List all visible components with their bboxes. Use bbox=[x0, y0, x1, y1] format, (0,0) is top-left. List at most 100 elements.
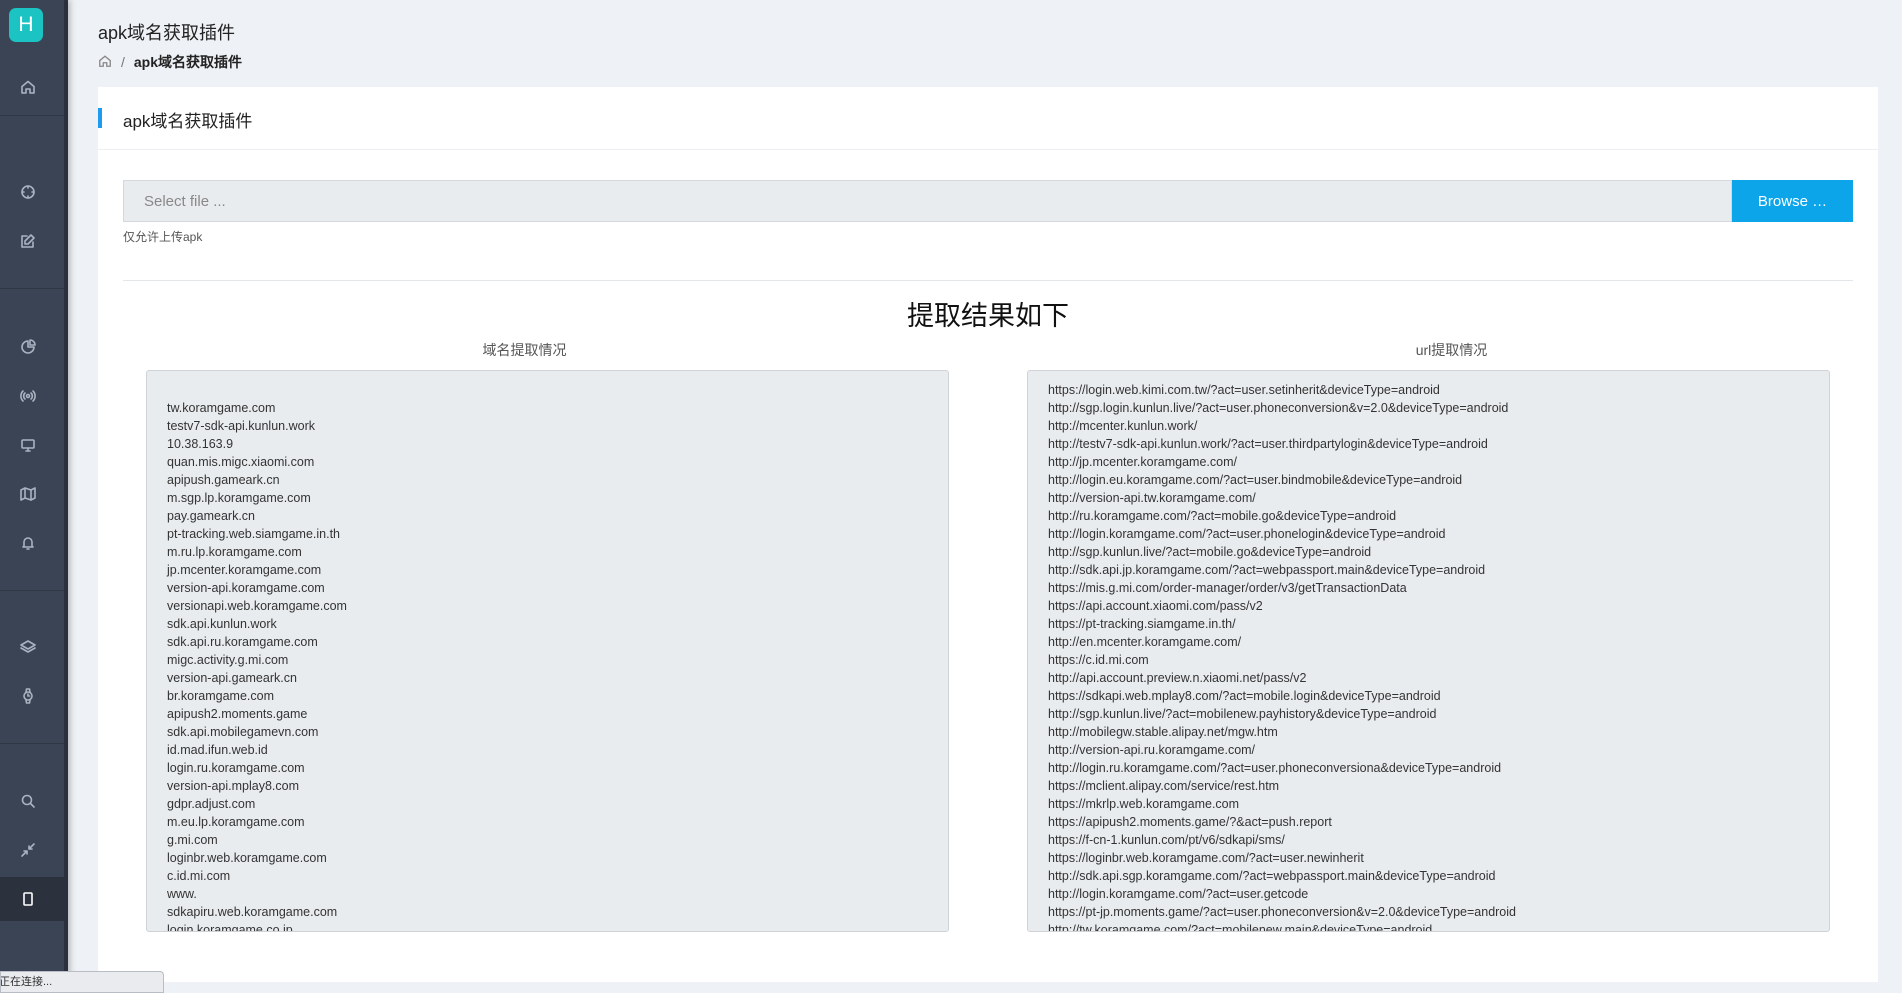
url-item: http://api.account.preview.n.xiaomi.net/… bbox=[1048, 671, 1307, 685]
domain-item: version-api.gameark.cn bbox=[167, 671, 297, 685]
card-header-accent bbox=[98, 108, 102, 128]
layers-icon[interactable] bbox=[13, 632, 43, 662]
url-item: http://version-api.tw.koramgame.com/ bbox=[1048, 491, 1256, 505]
domain-item: pt-tracking.web.siamgame.in.th bbox=[167, 527, 340, 541]
domain-item: jp.mcenter.koramgame.com bbox=[167, 563, 322, 577]
domain-item: c.id.mi.com bbox=[167, 869, 231, 883]
domain-item: login.koramgame.co.jp bbox=[167, 923, 293, 932]
url-item: http://en.mcenter.koramgame.com/ bbox=[1048, 635, 1242, 649]
url-item: https://mis.g.mi.com/order-manager/order… bbox=[1048, 581, 1407, 595]
card-title: apk域名获取插件 bbox=[123, 112, 253, 131]
url-item: https://apipush2.moments.game/?&act=push… bbox=[1048, 815, 1332, 829]
domain-item: version-api.mplay8.com bbox=[167, 779, 299, 793]
domain-item: sdk.api.ru.koramgame.com bbox=[167, 635, 318, 649]
domain-item: g.mi.com bbox=[167, 833, 218, 847]
url-item: https://pt-tracking.siamgame.in.th/ bbox=[1048, 617, 1236, 631]
url-item: https://login.web.kimi.com.tw/?act=user.… bbox=[1048, 383, 1440, 397]
pie-chart-icon[interactable] bbox=[13, 332, 43, 362]
url-item: http://login.koramgame.com/?act=user.get… bbox=[1048, 887, 1309, 901]
domain-result-box[interactable]: tw.koramgame.com testv7-sdk-api.kunlun.wo… bbox=[146, 370, 949, 932]
monitor-icon[interactable] bbox=[13, 430, 43, 460]
url-column-title: url提取情况 bbox=[1415, 342, 1488, 358]
url-result-box[interactable]: https://login.web.kimi.com.tw/?act=user.… bbox=[1027, 370, 1830, 932]
sidebar: H bbox=[0, 0, 68, 991]
compass-icon[interactable] bbox=[13, 177, 43, 207]
url-item: http://mobilegw.stable.alipay.net/mgw.ht… bbox=[1048, 725, 1278, 739]
breadcrumb: / apk域名获取插件 bbox=[98, 52, 242, 72]
url-item: https://loginbr.web.koramgame.com/?act=u… bbox=[1048, 851, 1364, 865]
url-item: https://mclient.alipay.com/service/rest.… bbox=[1048, 779, 1280, 793]
file-path-input[interactable] bbox=[123, 180, 1732, 222]
domain-item: m.eu.lp.koramgame.com bbox=[167, 815, 305, 829]
page-title: apk域名获取插件 bbox=[98, 23, 236, 43]
url-item: http://jp.mcenter.koramgame.com/ bbox=[1048, 455, 1237, 469]
sidebar-divider bbox=[0, 115, 64, 116]
domain-item: apipush2.moments.game bbox=[167, 707, 308, 721]
domain-item: id.mad.ifun.web.id bbox=[167, 743, 268, 757]
domain-item: sdk.api.mobilegamevn.com bbox=[167, 725, 319, 739]
url-item: http://sgp.login.kunlun.live/?act=user.p… bbox=[1048, 401, 1509, 415]
sidebar-divider bbox=[0, 590, 64, 591]
domain-item: tw.koramgame.com bbox=[167, 401, 276, 415]
domain-item: apipush.gameark.cn bbox=[167, 473, 280, 487]
sidebar-divider bbox=[0, 288, 64, 289]
url-item: http://version-api.ru.koramgame.com/ bbox=[1048, 743, 1256, 757]
domain-item: gdpr.adjust.com bbox=[167, 797, 256, 811]
watch-icon[interactable] bbox=[13, 681, 43, 711]
domain-item: br.koramgame.com bbox=[167, 689, 274, 703]
url-item: https://f-cn-1.kunlun.com/pt/v6/sdkapi/s… bbox=[1048, 833, 1285, 847]
url-item: http://login.eu.koramgame.com/?act=user.… bbox=[1048, 473, 1463, 487]
card-header: apk域名获取插件 bbox=[98, 87, 1878, 150]
domain-list: tw.koramgame.com testv7-sdk-api.kunlun.wo… bbox=[147, 371, 948, 932]
home-icon[interactable] bbox=[13, 72, 43, 102]
bell-icon[interactable] bbox=[13, 528, 43, 558]
map-icon[interactable] bbox=[13, 479, 43, 509]
domain-item: loginbr.web.koramgame.com bbox=[167, 851, 327, 865]
sidebar-scrollbar[interactable] bbox=[64, 0, 68, 991]
tablet-icon[interactable] bbox=[13, 884, 43, 914]
domain-item: m.ru.lp.koramgame.com bbox=[167, 545, 302, 559]
url-item: http://testv7-sdk-api.kunlun.work/?act=u… bbox=[1048, 437, 1488, 451]
url-item: https://pt-jp.moments.game/?act=user.pho… bbox=[1048, 905, 1516, 919]
domain-item: version-api.koramgame.com bbox=[167, 581, 325, 595]
domain-item: sdk.api.kunlun.work bbox=[167, 617, 277, 631]
domain-item: pay.gameark.cn bbox=[167, 509, 256, 523]
url-item: http://mcenter.kunlun.work/ bbox=[1048, 419, 1198, 433]
url-item: http://sdk.api.jp.koramgame.com/?act=web… bbox=[1048, 563, 1486, 577]
url-list: https://login.web.kimi.com.tw/?act=user.… bbox=[1028, 371, 1829, 932]
url-item: http://ru.koramgame.com/?act=mobile.go&d… bbox=[1048, 509, 1397, 523]
domain-item: m.sgp.lp.koramgame.com bbox=[167, 491, 311, 505]
breadcrumb-separator: / bbox=[121, 54, 125, 70]
search-icon[interactable] bbox=[13, 786, 43, 816]
url-item: http://sgp.kunlun.live/?act=mobile.go&de… bbox=[1048, 545, 1372, 559]
edit-icon[interactable] bbox=[13, 226, 43, 256]
url-item: http://login.ru.koramgame.com/?act=user.… bbox=[1048, 761, 1502, 775]
url-item: https://api.account.xiaomi.com/pass/v2 bbox=[1048, 599, 1263, 613]
home-icon[interactable] bbox=[98, 54, 112, 71]
browse-button[interactable]: Browse … bbox=[1732, 180, 1853, 222]
domain-item: testv7-sdk-api.kunlun.work bbox=[167, 419, 315, 433]
domain-column-title: 域名提取情况 bbox=[482, 342, 567, 358]
domain-item: quan.mis.migc.xiaomi.com bbox=[167, 455, 315, 469]
domain-item: 10.38.163.9 bbox=[167, 437, 234, 451]
upload-hint: 仅允许上传apk bbox=[123, 230, 203, 244]
domain-item: login.ru.koramgame.com bbox=[167, 761, 305, 775]
domain-item bbox=[167, 381, 948, 399]
domain-item: www. bbox=[167, 887, 197, 901]
status-popup: 正在连接... bbox=[0, 971, 164, 993]
breadcrumb-current: apk域名获取插件 bbox=[133, 54, 243, 70]
domain-item: migc.activity.g.mi.com bbox=[167, 653, 289, 667]
url-item: http://tw.koramgame.com/?act=mobilenew.m… bbox=[1048, 923, 1433, 932]
url-item: https://sdkapi.web.mplay8.com/?act=mobil… bbox=[1048, 689, 1441, 703]
main-card: apk域名获取插件 Browse … 仅允许上传apk 提取结果如下 域名提取情… bbox=[98, 87, 1878, 982]
collapse-icon[interactable] bbox=[13, 835, 43, 865]
broadcast-icon[interactable] bbox=[13, 381, 43, 411]
app-logo[interactable]: H bbox=[9, 8, 43, 42]
domain-item: sdkapiru.web.koramgame.com bbox=[167, 905, 338, 919]
url-item: http://login.koramgame.com/?act=user.pho… bbox=[1048, 527, 1446, 541]
file-upload: Browse … bbox=[123, 180, 1853, 222]
domain-item: versionapi.web.koramgame.com bbox=[167, 599, 347, 613]
url-item: https://c.id.mi.com bbox=[1048, 653, 1149, 667]
result-heading: 提取结果如下 bbox=[907, 301, 1069, 331]
url-item: http://sdk.api.sgp.koramgame.com/?act=we… bbox=[1048, 869, 1496, 883]
